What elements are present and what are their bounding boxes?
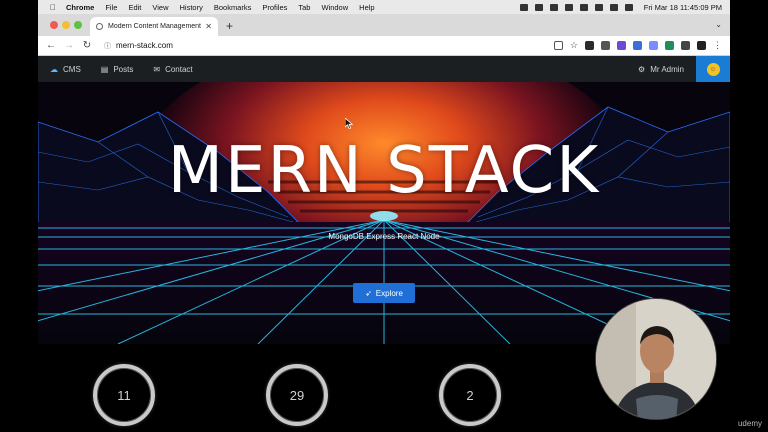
info-icon[interactable]: ⓘ (104, 41, 111, 51)
nav-link-posts[interactable]: ▤ Posts (101, 65, 134, 74)
profile-icon[interactable] (697, 41, 706, 50)
address-field[interactable]: ⓘ mern-stack.com (104, 41, 173, 51)
search-icon[interactable] (609, 3, 618, 11)
extensions-puzzle-icon[interactable] (681, 41, 690, 50)
site-navbar: ☁ CMS ▤ Posts ✉ Contact ⚙ Mr Admin ☺ (38, 56, 730, 82)
screen:  Chrome File Edit View History Bookmark… (0, 0, 768, 432)
extension-box-icon[interactable] (649, 41, 658, 50)
stat-counter: 29 (266, 364, 328, 426)
apple-icon[interactable]:  (50, 3, 56, 12)
explore-label: Explore (375, 288, 403, 298)
chevron-down-icon[interactable]: ⌄ (715, 20, 722, 29)
battery-icon[interactable] (579, 3, 588, 11)
cloud-icon: ☁ (50, 64, 58, 74)
admin-label: Mr Admin (650, 64, 684, 74)
explore-button[interactable]: ➶ Explore (353, 283, 415, 303)
close-window-button[interactable] (50, 21, 58, 29)
mouse-cursor-icon (345, 118, 353, 129)
envelope-icon: ✉ (153, 64, 161, 74)
menu-bookmarks[interactable]: Bookmarks (214, 3, 252, 12)
cloud-status-icon[interactable] (534, 3, 543, 11)
status-icons: Fri Mar 18 11:45:09 PM (519, 0, 722, 14)
brand-label: CMS (63, 64, 81, 74)
document-icon: ▤ (100, 64, 109, 74)
extension-green-icon[interactable] (665, 41, 674, 50)
close-tab-icon[interactable]: ✕ (205, 22, 212, 31)
stat-counter: 11 (93, 364, 155, 426)
back-icon[interactable]: ← (46, 40, 56, 51)
menu-window[interactable]: Window (321, 3, 348, 12)
udemy-watermark: udemy (737, 419, 762, 428)
avatar: ☺ (706, 62, 720, 76)
share-icon[interactable] (553, 41, 563, 50)
menu-history[interactable]: History (180, 3, 203, 12)
minimize-window-button[interactable] (62, 21, 70, 29)
toolbar-actions: ☆ ⋮ (553, 40, 722, 51)
stat-value: 29 (289, 387, 305, 403)
extension-purple-icon[interactable] (617, 41, 626, 50)
bluetooth-icon[interactable] (564, 3, 573, 11)
hero-subtitle: MongoDB Express React Node (328, 232, 440, 241)
menu-app-name[interactable]: Chrome (66, 3, 94, 12)
kebab-menu-icon[interactable]: ⋮ (713, 40, 722, 51)
stat-value: 2 (466, 387, 474, 403)
stat-value: 11 (117, 387, 131, 403)
gear-icon: ⚙ (638, 64, 646, 74)
forward-icon[interactable]: → (64, 40, 74, 51)
wifi-icon[interactable] (594, 3, 603, 11)
send-icon: ➶ (365, 288, 372, 298)
control-center-icon[interactable] (624, 3, 633, 11)
nav-contact-label: Contact (165, 64, 193, 74)
tab-title: Modern Content Management (108, 23, 201, 30)
stat-counter: 2 (439, 364, 501, 426)
camera-status-icon[interactable] (519, 3, 528, 11)
new-tab-icon[interactable]: + (226, 19, 233, 33)
browser-toolbar: ← → ↻ ⓘ mern-stack.com ☆ ⋮ (38, 36, 730, 56)
menu-clock[interactable]: Fri Mar 18 11:45:09 PM (644, 3, 722, 12)
nav-link-contact[interactable]: ✉ Contact (153, 65, 192, 74)
presenter-video (596, 299, 716, 419)
webcam-overlay (595, 298, 717, 420)
avatar-button[interactable]: ☺ (696, 56, 730, 82)
menu-view[interactable]: View (152, 3, 168, 12)
menu-help[interactable]: Help (359, 3, 374, 12)
macos-menu-bar:  Chrome File Edit View History Bookmark… (38, 0, 730, 14)
zoom-window-button[interactable] (74, 21, 82, 29)
globe-icon (96, 23, 103, 30)
menu-profiles[interactable]: Profiles (262, 3, 287, 12)
extension-pen-icon[interactable] (585, 41, 594, 50)
menu-edit[interactable]: Edit (128, 3, 141, 12)
menu-file[interactable]: File (105, 3, 117, 12)
extension-blue-icon[interactable] (633, 41, 642, 50)
url-text[interactable]: mern-stack.com (116, 41, 173, 50)
reload-icon[interactable]: ↻ (82, 40, 92, 51)
browser-tab[interactable]: Modern Content Management ✕ (90, 17, 218, 36)
menu-tab[interactable]: Tab (298, 3, 310, 12)
brand-link[interactable]: ☁ CMS (50, 65, 81, 74)
extension-w-icon[interactable] (601, 41, 610, 50)
hero-title: MERN STACK (167, 134, 601, 208)
browser-tab-strip: Modern Content Management ✕ + ⌄ (38, 14, 730, 36)
nav-posts-label: Posts (113, 64, 134, 74)
star-icon[interactable]: ☆ (570, 40, 578, 51)
admin-menu[interactable]: ⚙ Mr Admin (638, 56, 684, 82)
volume-icon[interactable] (549, 3, 558, 11)
